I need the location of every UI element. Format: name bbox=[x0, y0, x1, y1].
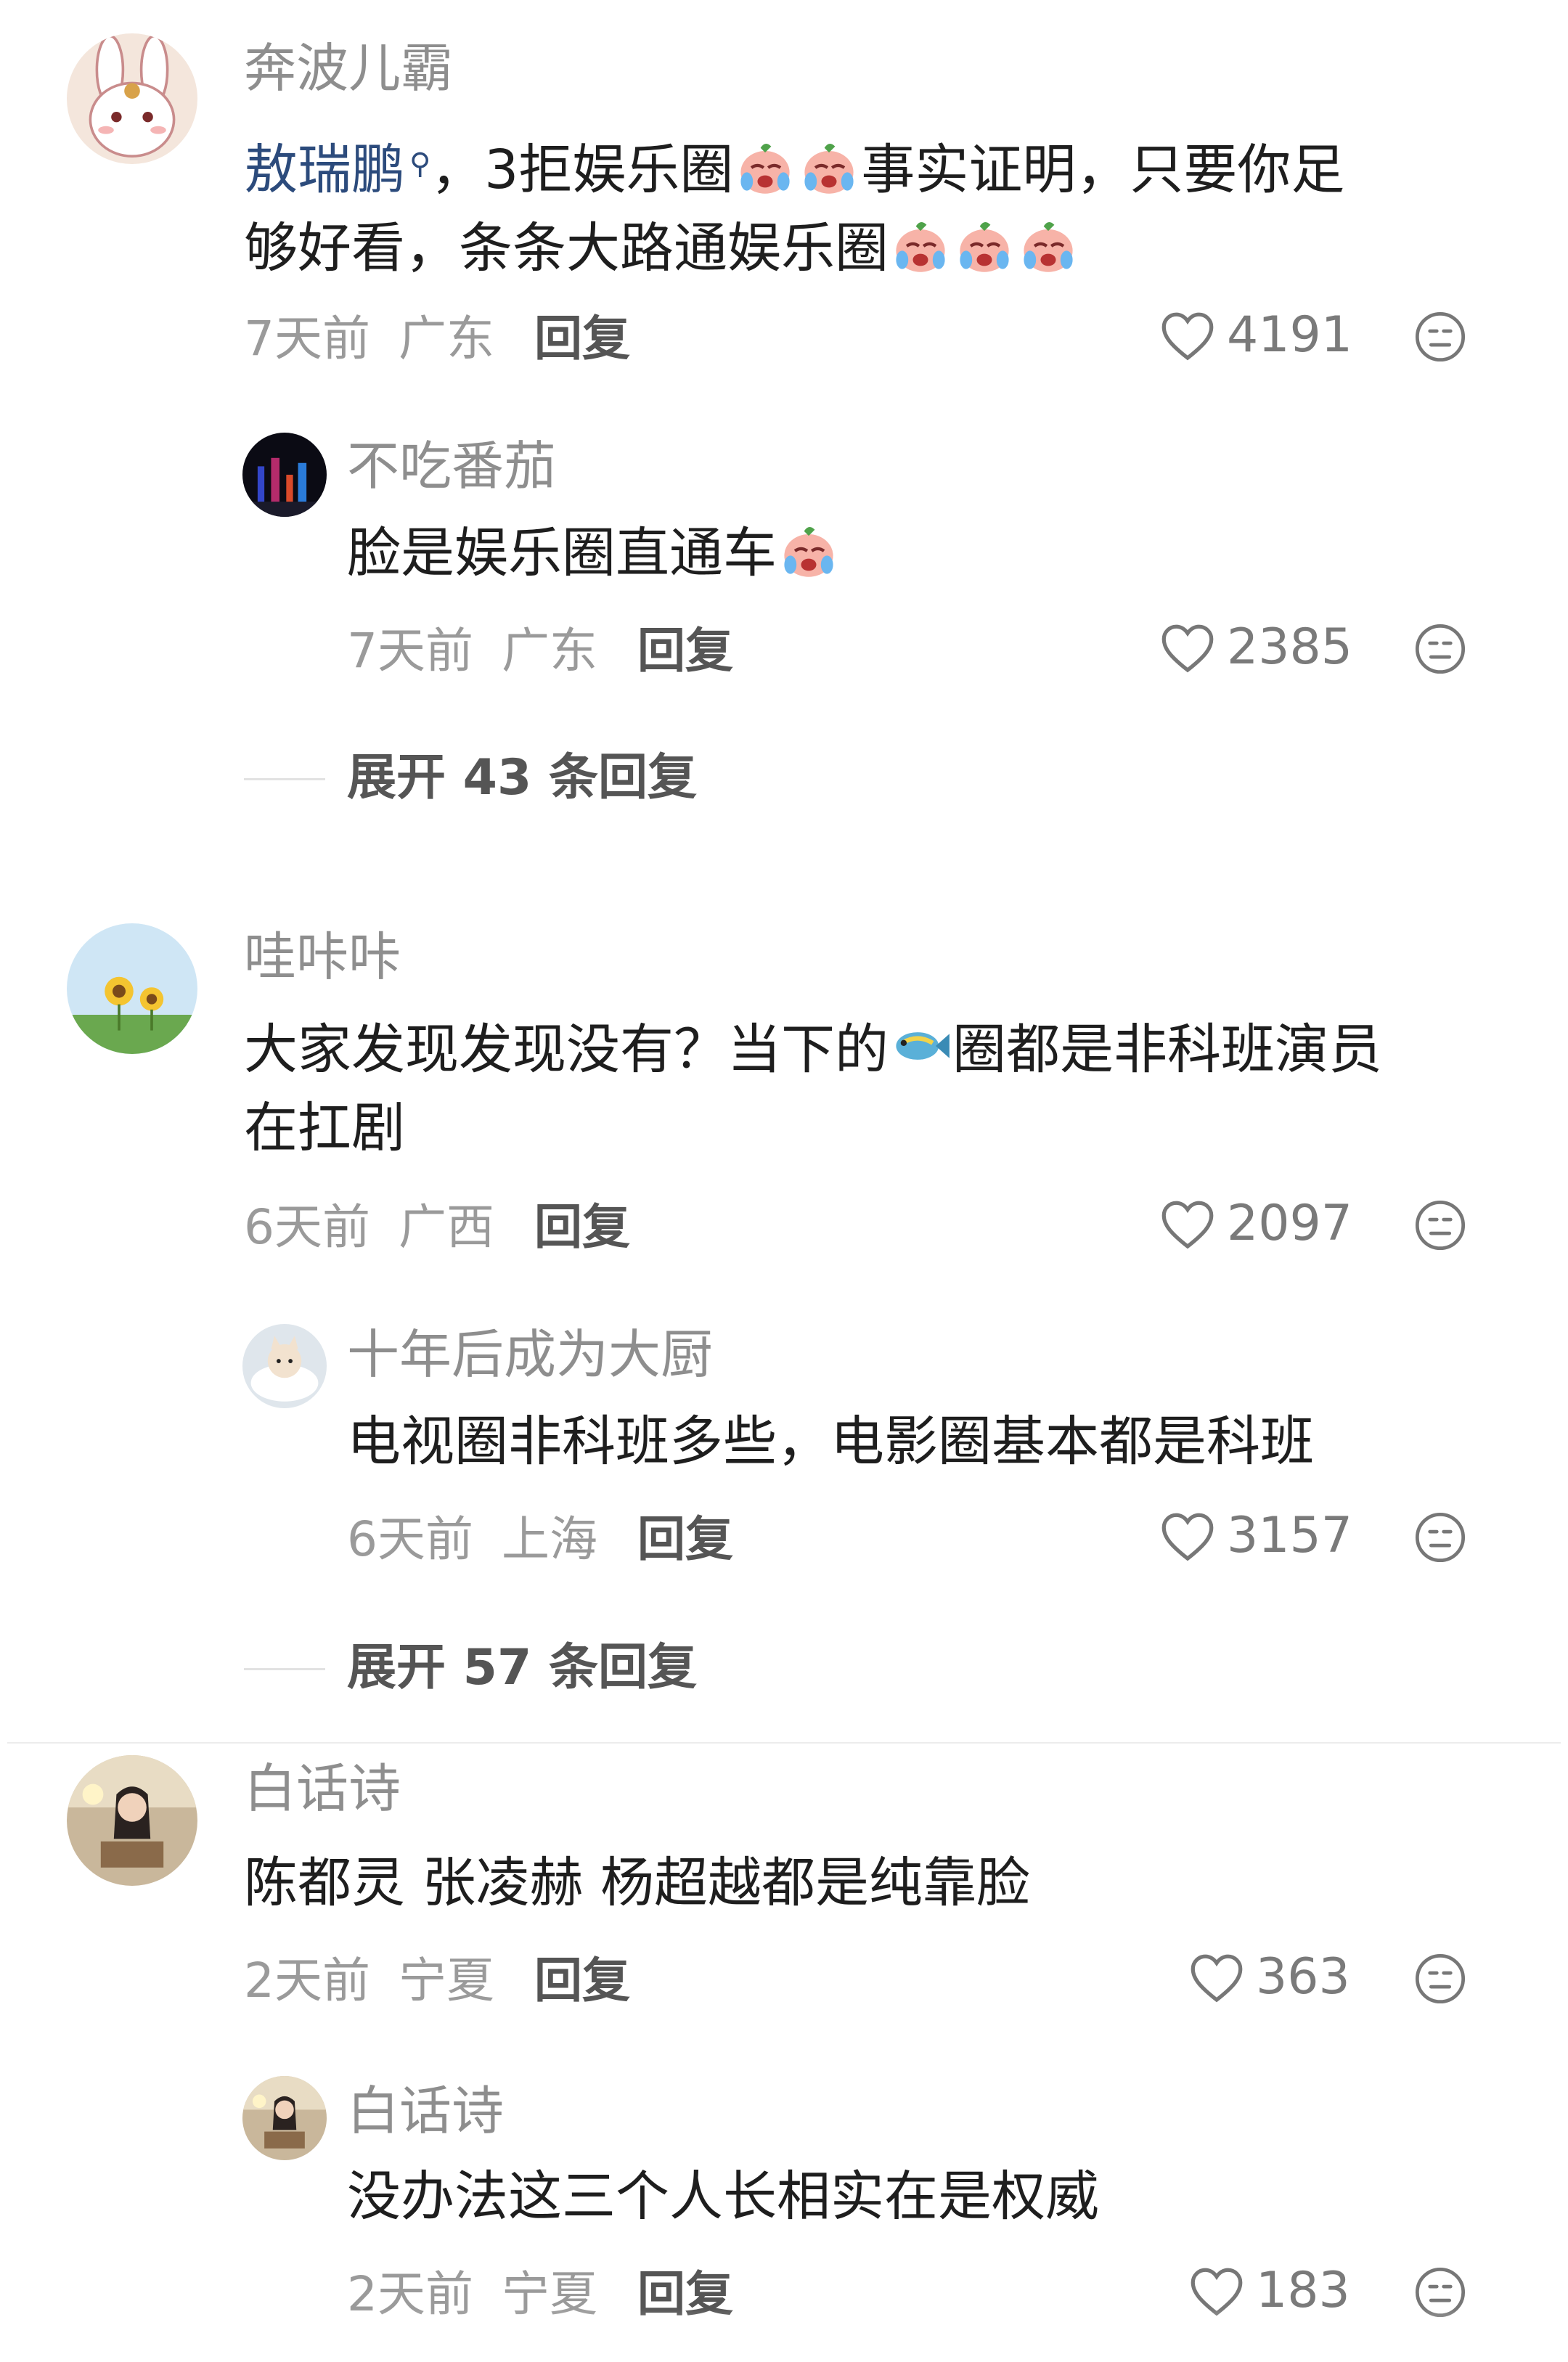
search-icon: ⚲ bbox=[409, 147, 431, 181]
mention-link[interactable]: 敖瑞鹏 ⚲ bbox=[244, 139, 430, 201]
comment-username[interactable]: 白话诗 bbox=[244, 1762, 401, 1815]
reply-time: 7天前 bbox=[347, 623, 473, 679]
comment-username[interactable]: 奔波儿霸 bbox=[244, 42, 453, 94]
comment-location: 宁夏 bbox=[398, 1953, 494, 2008]
dislike-button[interactable] bbox=[1413, 309, 1468, 364]
like-button[interactable]: 4191 bbox=[1159, 309, 1352, 361]
crying-peach-emoji bbox=[799, 136, 859, 197]
reply-location: 广东 bbox=[501, 623, 597, 679]
like-button[interactable]: 3157 bbox=[1159, 1510, 1352, 1562]
reply-button[interactable]: 回复 bbox=[534, 1204, 630, 1251]
heart-outline-icon bbox=[1161, 1513, 1214, 1561]
reply-meta: 6天前 上海 bbox=[347, 1516, 597, 1564]
avatar[interactable] bbox=[67, 33, 197, 164]
comment-location: 广东 bbox=[398, 311, 494, 367]
unhappy-face-icon bbox=[1415, 1512, 1466, 1563]
comment-text-segment: 大家发现发现没有？当下的 bbox=[244, 1018, 889, 1081]
like-count: 2097 bbox=[1227, 1195, 1353, 1252]
reply-text: 脸是娱乐圈直通车 bbox=[347, 514, 841, 592]
reply-text: 没办法这三个人长相实在是权威 bbox=[347, 2165, 1099, 2228]
reply-time: 6天前 bbox=[347, 1511, 473, 1567]
like-button[interactable]: 2385 bbox=[1159, 621, 1352, 674]
comment-text-segment: 在扛剧 bbox=[244, 1097, 405, 1159]
reply-meta: 7天前 广东 bbox=[347, 627, 597, 675]
comment-text-segment: 够好看，条条大路通娱乐圈 bbox=[244, 217, 889, 279]
comment-location: 广西 bbox=[398, 1199, 494, 1255]
crying-peach-emoji bbox=[1018, 214, 1079, 275]
expand-replies-button[interactable]: 展开 57 条回复 bbox=[347, 1643, 697, 1693]
comment-text-segment: ，3拒娱乐圈 bbox=[430, 139, 734, 201]
dislike-button[interactable] bbox=[1413, 621, 1468, 677]
comment-text-segment: 圈都是非科班演员 bbox=[952, 1018, 1382, 1081]
like-count: 3157 bbox=[1227, 1507, 1353, 1564]
reply-button[interactable]: 回复 bbox=[534, 315, 630, 363]
comment-time: 6天前 bbox=[244, 1199, 370, 1255]
reply-avatar[interactable] bbox=[242, 433, 327, 517]
heart-outline-icon bbox=[1161, 624, 1214, 673]
comment-username[interactable]: 哇咔咔 bbox=[244, 931, 401, 983]
comment-text-segment: 事实证明，只要你足 bbox=[861, 139, 1345, 201]
night-city-avatar-icon bbox=[242, 433, 327, 517]
comment-meta: 2天前 宁夏 bbox=[244, 1957, 494, 2005]
heart-outline-icon bbox=[1161, 312, 1214, 361]
avatar[interactable] bbox=[67, 1755, 197, 1886]
reply-username[interactable]: 十年后成为大厨 bbox=[347, 1328, 713, 1381]
dislike-button[interactable] bbox=[1413, 1198, 1468, 1253]
like-count: 2385 bbox=[1227, 618, 1353, 676]
mention-name[interactable]: 敖瑞鹏 bbox=[244, 139, 405, 201]
comment-text: 陈都灵 张凌赫 杨超越都是纯靠脸 bbox=[244, 1852, 1031, 1914]
expand-replies-button[interactable]: 展开 43 条回复 bbox=[347, 753, 697, 803]
expand-divider bbox=[244, 1668, 325, 1670]
avatar[interactable] bbox=[67, 923, 197, 1054]
comment-time: 7天前 bbox=[244, 311, 370, 367]
unhappy-face-icon bbox=[1415, 1200, 1466, 1251]
comment-time: 2天前 bbox=[244, 1953, 370, 2008]
unhappy-face-icon bbox=[1415, 311, 1466, 362]
like-count: 363 bbox=[1256, 1948, 1350, 2006]
reply-text-segment: 脸是娱乐圈直通车 bbox=[347, 522, 777, 584]
dislike-button[interactable] bbox=[1413, 1951, 1468, 2006]
sunflower-avatar-icon bbox=[67, 923, 197, 1054]
comment-divider bbox=[7, 1742, 1561, 1744]
like-button[interactable]: 363 bbox=[1188, 1951, 1350, 2003]
reply-button[interactable]: 回复 bbox=[534, 1957, 630, 2005]
crying-peach-emoji bbox=[778, 519, 839, 580]
unhappy-face-icon bbox=[1415, 1953, 1466, 2004]
rabbit-avatar-icon bbox=[67, 33, 197, 164]
reply-button[interactable]: 回复 bbox=[637, 1516, 733, 1564]
woman-reading-avatar-icon bbox=[242, 2076, 327, 2160]
comment-text: 敖瑞鹏 ⚲，3拒娱乐圈 事实证明，只要你足 够好看，条条大路通娱乐圈 bbox=[244, 125, 1344, 287]
cat-avatar-icon bbox=[242, 1324, 327, 1408]
reply-button[interactable]: 回复 bbox=[637, 627, 733, 675]
crying-peach-emoji bbox=[890, 214, 951, 275]
fish-emoji bbox=[890, 1016, 951, 1076]
reply-avatar[interactable] bbox=[242, 1324, 327, 1408]
woman-reading-avatar-icon bbox=[67, 1755, 197, 1886]
bottom-fade bbox=[0, 2308, 1568, 2362]
crying-peach-emoji bbox=[735, 136, 796, 197]
reply-text: 电视圈非科班多些，电影圈基本都是科班 bbox=[347, 1410, 1314, 1473]
dislike-button[interactable] bbox=[1413, 1510, 1468, 1565]
reply-avatar[interactable] bbox=[242, 2076, 327, 2160]
unhappy-face-icon bbox=[1415, 624, 1466, 674]
heart-outline-icon bbox=[1161, 1201, 1214, 1249]
reply-username[interactable]: 白话诗 bbox=[347, 2085, 504, 2137]
reply-location: 上海 bbox=[501, 1511, 597, 1567]
reply-username[interactable]: 不吃番茄 bbox=[347, 440, 556, 492]
crying-peach-emoji bbox=[954, 214, 1015, 275]
like-count: 4191 bbox=[1227, 306, 1353, 364]
comment-meta: 6天前 广西 bbox=[244, 1204, 494, 1251]
comment-text: 大家发现发现没有？当下的 圈都是非科班演员 在扛剧 bbox=[244, 1010, 1382, 1167]
expand-divider bbox=[244, 778, 325, 780]
comment-meta: 7天前 广东 bbox=[244, 315, 494, 363]
like-button[interactable]: 2097 bbox=[1159, 1198, 1352, 1250]
heart-outline-icon bbox=[1191, 1954, 1243, 2003]
